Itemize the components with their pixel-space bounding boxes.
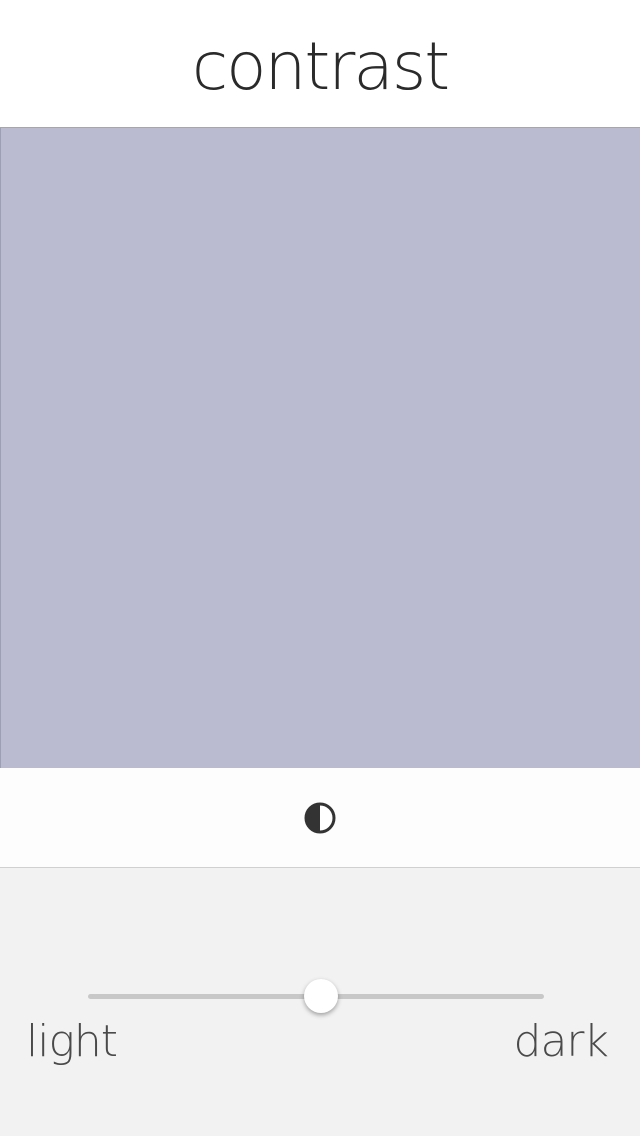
page-title: contrast bbox=[191, 28, 450, 105]
header: contrast bbox=[0, 0, 640, 128]
app-screen: contrast light dark bbox=[0, 0, 640, 1136]
slider-min-label: light bbox=[26, 1016, 118, 1067]
contrast-icon[interactable] bbox=[304, 802, 336, 834]
slider-thumb[interactable] bbox=[303, 979, 338, 1013]
controls-panel: light dark bbox=[0, 868, 640, 1136]
slider-max-label: dark bbox=[513, 1016, 609, 1067]
color-swatch bbox=[0, 128, 640, 768]
icon-bar bbox=[0, 768, 640, 868]
